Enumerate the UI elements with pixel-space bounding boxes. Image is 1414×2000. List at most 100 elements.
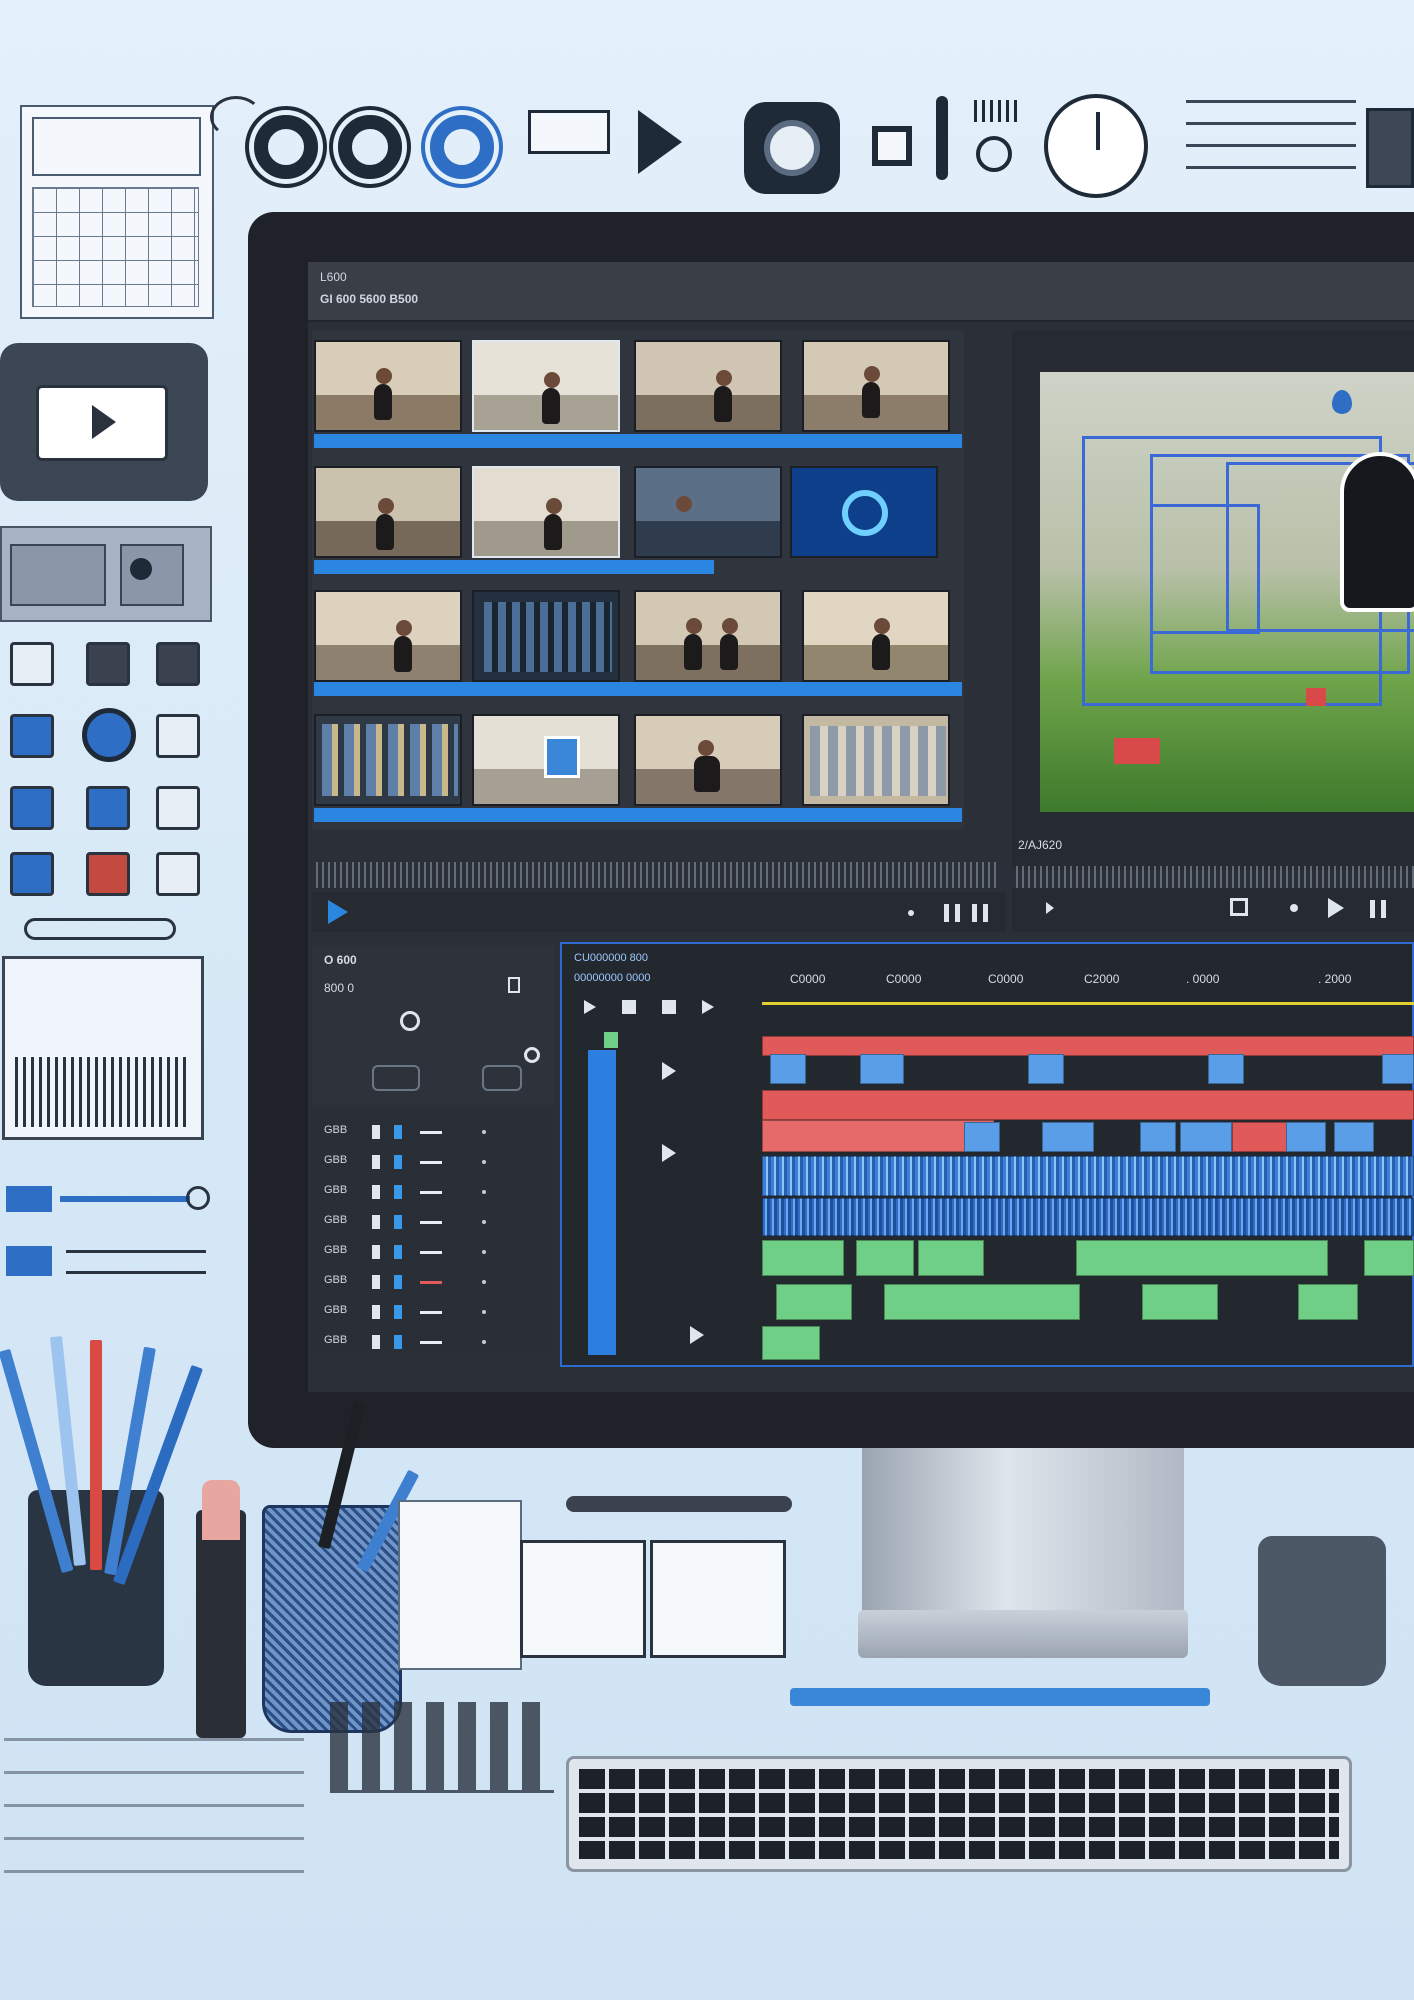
media-clip[interactable] [802, 590, 950, 682]
list-icon[interactable] [1186, 100, 1356, 188]
shape-icon[interactable] [638, 110, 682, 174]
tool-square-icon[interactable] [156, 714, 200, 758]
green-clip[interactable] [1298, 1284, 1358, 1320]
crop-icon[interactable] [1230, 898, 1248, 916]
media-clip[interactable] [472, 340, 620, 432]
program-monitor[interactable] [1040, 372, 1414, 812]
video-clip[interactable] [762, 1120, 994, 1152]
layout-icon[interactable] [528, 110, 610, 154]
media-clip[interactable] [790, 466, 938, 558]
media-clip[interactable] [314, 466, 462, 558]
step-back-icon[interactable] [1046, 902, 1054, 914]
media-clip[interactable] [472, 714, 620, 806]
video-clip-thumb[interactable] [860, 1054, 904, 1084]
green-clip[interactable] [1076, 1240, 1328, 1276]
play-tool-icon[interactable] [662, 1144, 676, 1162]
track-row[interactable]: GBB [324, 1182, 544, 1202]
stop-tool-icon[interactable] [622, 1000, 636, 1014]
video-clip-thumb[interactable] [1208, 1054, 1244, 1084]
loop-button[interactable] [372, 1065, 420, 1091]
track-row[interactable]: GBB [324, 1302, 544, 1322]
video-clip-thumb[interactable] [1334, 1122, 1374, 1152]
slider-icon[interactable] [6, 1186, 210, 1212]
record-icon[interactable] [744, 102, 840, 194]
video-clip[interactable] [762, 1090, 1414, 1120]
media-clip[interactable] [634, 340, 782, 432]
pause-button[interactable] [944, 904, 960, 922]
image-icon[interactable] [1366, 108, 1414, 188]
magnifier-icon[interactable] [970, 100, 1022, 186]
toggle-icon[interactable] [508, 977, 520, 993]
audio-clip[interactable] [762, 1198, 1414, 1236]
video-clip-thumb[interactable] [964, 1122, 1000, 1152]
track-row[interactable]: GBB [324, 1122, 544, 1142]
media-clip[interactable] [634, 466, 782, 558]
media-clip[interactable] [802, 340, 950, 432]
tool-square-icon[interactable] [86, 642, 130, 686]
tool-square-icon[interactable] [86, 852, 130, 896]
media-clip[interactable] [472, 466, 620, 558]
track-row[interactable]: GBB [324, 1332, 544, 1352]
slider-pill[interactable] [24, 918, 176, 940]
play-button[interactable] [1328, 898, 1344, 918]
knob-icon[interactable] [524, 1047, 540, 1063]
camera-button[interactable] [482, 1065, 522, 1091]
media-clip[interactable] [634, 714, 782, 806]
audio-clip[interactable] [762, 1156, 1414, 1196]
stop-tool-icon[interactable] [662, 1000, 676, 1014]
video-clip-thumb[interactable] [1180, 1122, 1232, 1152]
play-tool-icon[interactable] [662, 1062, 676, 1080]
green-clip[interactable] [918, 1240, 984, 1276]
tool-square-icon[interactable] [156, 642, 200, 686]
settings-gear-icon[interactable] [254, 115, 318, 179]
e-icon[interactable] [604, 1032, 618, 1048]
video-clip-thumb[interactable] [1140, 1122, 1176, 1152]
video-clip[interactable] [762, 1036, 1414, 1056]
video-clip-thumb[interactable] [770, 1054, 806, 1084]
record-circle-icon[interactable] [82, 708, 136, 762]
tool-square-icon[interactable] [10, 642, 54, 686]
media-clip[interactable] [314, 714, 462, 806]
playhead-line[interactable] [762, 1002, 1414, 1005]
media-clip[interactable] [802, 714, 950, 806]
media-clip[interactable] [634, 590, 782, 682]
video-clip-thumb[interactable] [1042, 1122, 1094, 1152]
green-clip[interactable] [776, 1284, 852, 1320]
track-row[interactable]: GBB [324, 1242, 544, 1262]
video-clip-thumb[interactable] [1028, 1054, 1064, 1084]
green-clip[interactable] [762, 1240, 844, 1276]
tool-square-icon[interactable] [86, 786, 130, 830]
slider-icon[interactable] [6, 1246, 206, 1276]
green-clip[interactable] [762, 1326, 820, 1360]
green-clip[interactable] [884, 1284, 1080, 1320]
media-clip[interactable] [472, 590, 620, 682]
play-tool-icon[interactable] [584, 1000, 596, 1014]
play-button[interactable] [328, 900, 348, 924]
tool-square-icon[interactable] [156, 852, 200, 896]
blue-gear-icon[interactable] [430, 115, 494, 179]
track-row[interactable]: GBB [324, 1152, 544, 1172]
video-clip-thumb[interactable] [1286, 1122, 1326, 1152]
tool-square-icon[interactable] [10, 786, 54, 830]
tool-square-icon[interactable] [10, 714, 54, 758]
media-clip[interactable] [314, 590, 462, 682]
pause-button[interactable] [972, 904, 988, 922]
video-clip-thumb[interactable] [1382, 1054, 1414, 1084]
tool-square-icon[interactable] [156, 786, 200, 830]
play-tool-icon[interactable] [690, 1326, 704, 1344]
stop-icon[interactable] [872, 126, 912, 166]
green-clip[interactable] [1142, 1284, 1218, 1320]
green-clip[interactable] [1364, 1240, 1414, 1276]
pause-button[interactable] [1370, 900, 1386, 918]
panel-icon[interactable] [0, 526, 212, 622]
media-clip[interactable] [314, 340, 462, 432]
track-row[interactable]: GBB [324, 1272, 544, 1292]
play-tool-icon[interactable] [702, 1000, 714, 1014]
green-clip[interactable] [856, 1240, 914, 1276]
track-row[interactable]: GBB [324, 1212, 544, 1232]
brush-icon[interactable] [936, 96, 948, 180]
settings-gear-icon[interactable] [338, 115, 402, 179]
knob-icon[interactable] [400, 1011, 420, 1031]
play-tile[interactable] [0, 343, 208, 501]
tool-square-icon[interactable] [10, 852, 54, 896]
